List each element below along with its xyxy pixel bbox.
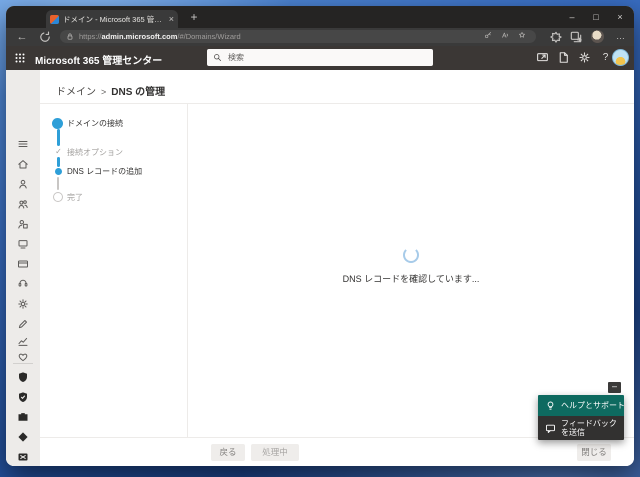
favorite-star-icon[interactable]: [518, 31, 530, 43]
tab-close-icon[interactable]: ×: [169, 14, 174, 24]
sidebar-groups-icon[interactable]: [17, 198, 29, 210]
step-label[interactable]: 完了: [67, 192, 83, 203]
search-box[interactable]: [207, 49, 433, 66]
settings-gear-icon[interactable]: [578, 51, 591, 64]
loading-text: DNS レコードを確認しています...: [342, 274, 480, 284]
new-tab-button[interactable]: +: [186, 9, 202, 25]
help-and-support-label: ヘルプとサポート: [561, 400, 624, 410]
search-input[interactable]: [226, 52, 427, 63]
sidebar-home-icon[interactable]: [17, 158, 29, 170]
url-text: https://admin.microsoft.com/#/Domains/Wi…: [79, 32, 241, 41]
refresh-icon[interactable]: [38, 30, 52, 44]
browser-toolbar: ← https://admin.microsoft.com/#/Domains/…: [6, 28, 634, 46]
sidebar-azure-ad-icon[interactable]: [17, 431, 29, 443]
step-marker-upcoming: [53, 192, 63, 202]
breadcrumb: ドメイン > DNS の管理: [56, 83, 165, 98]
help-bulb-icon: [545, 400, 556, 411]
browser-tab[interactable]: ドメイン - Microsoft 365 管理セン ×: [46, 10, 178, 28]
send-feedback-button[interactable]: フィードバック を送信: [538, 416, 624, 440]
help-widget: ヘルプとサポート フィードバック を送信: [538, 395, 624, 440]
window-maximize-button[interactable]: □: [584, 6, 608, 28]
browser-profile-avatar[interactable]: [591, 30, 604, 43]
sidebar-reports-icon[interactable]: [17, 335, 29, 347]
display-icon[interactable]: [536, 51, 549, 64]
extensions-icon[interactable]: [549, 30, 563, 44]
loading-spinner: [403, 247, 419, 263]
app-title: Microsoft 365 管理センター: [35, 56, 163, 67]
sidebar-users-icon[interactable]: [17, 178, 29, 190]
tab-title: ドメイン - Microsoft 365 管理セン: [63, 14, 166, 24]
m365-header: Microsoft 365 管理センター ?: [6, 46, 634, 70]
step-marker-completed: [52, 117, 63, 129]
step-connector: [56, 157, 60, 167]
help-widget-minimize-button[interactable]: –: [608, 382, 621, 393]
left-nav-rail: [6, 70, 40, 466]
tab-favicon-icon: [50, 14, 59, 24]
window-controls: – □ ×: [560, 6, 632, 28]
address-bar[interactable]: https://admin.microsoft.com/#/Domains/Wi…: [60, 30, 536, 43]
document-icon[interactable]: [557, 51, 570, 64]
back-icon[interactable]: ←: [15, 30, 29, 44]
feedback-bubble-icon: [545, 423, 556, 434]
sidebar-devices-icon[interactable]: [17, 238, 29, 250]
sidebar-setup-icon[interactable]: [17, 318, 29, 330]
step-connector: [56, 129, 60, 146]
lock-icon: [67, 33, 73, 40]
processing-button: 処理中: [251, 444, 299, 461]
help-icon[interactable]: ?: [599, 51, 612, 64]
page-content: ドメイン > DNS の管理 ドメインの接続 ✓ 接続オプション DNS レコードの追加完…: [6, 70, 634, 466]
sidebar-endpoint-manager-icon[interactable]: [17, 411, 29, 423]
collections-icon[interactable]: [569, 30, 583, 44]
sidebar-settings-icon[interactable]: [17, 298, 29, 310]
sidebar-exchange-icon[interactable]: [17, 451, 29, 463]
app-launcher-icon[interactable]: [14, 52, 26, 64]
sidebar-health-icon[interactable]: [17, 351, 29, 363]
send-feedback-label: フィードバック を送信: [561, 418, 617, 437]
window-minimize-button[interactable]: –: [560, 6, 584, 28]
browser-menu-icon[interactable]: …: [613, 30, 629, 44]
step-connector: [57, 177, 59, 190]
breadcrumb-separator: >: [101, 87, 107, 97]
sidebar-billing-icon[interactable]: [17, 258, 29, 270]
browser-window: ドメイン - Microsoft 365 管理セン × + – □ × ← ht…: [6, 6, 634, 466]
account-avatar[interactable]: [612, 49, 629, 66]
step-label[interactable]: DNS レコードの追加: [67, 166, 142, 177]
browser-tabstrip: ドメイン - Microsoft 365 管理セン × + – □ ×: [6, 6, 634, 28]
sidebar-security-icon[interactable]: [17, 371, 29, 383]
sidebar-roles-icon[interactable]: [17, 218, 29, 230]
page-title: DNS の管理: [111, 87, 166, 98]
breadcrumb-parent-link[interactable]: ドメイン: [56, 87, 96, 98]
step-marker-substep-done: ✓: [55, 147, 62, 156]
step-label[interactable]: ドメインの接続: [67, 118, 123, 129]
close-button[interactable]: 閉じる: [577, 444, 611, 461]
sidebar-compliance-icon[interactable]: [17, 391, 29, 403]
step-label[interactable]: 接続オプション: [67, 147, 123, 158]
step-marker-current: [54, 167, 62, 175]
back-button[interactable]: 戻る: [211, 444, 245, 461]
steps-panel-divider: [187, 103, 188, 437]
rail-divider: [13, 363, 33, 364]
sidebar-menu-icon[interactable]: [17, 138, 29, 150]
sidebar-support-icon[interactable]: [17, 278, 29, 290]
password-key-icon[interactable]: [484, 31, 496, 43]
header-divider: [40, 103, 634, 104]
search-icon: [213, 53, 222, 62]
read-aloud-icon[interactable]: [501, 31, 513, 43]
help-and-support-button[interactable]: ヘルプとサポート: [538, 395, 624, 416]
window-close-button[interactable]: ×: [608, 6, 632, 28]
